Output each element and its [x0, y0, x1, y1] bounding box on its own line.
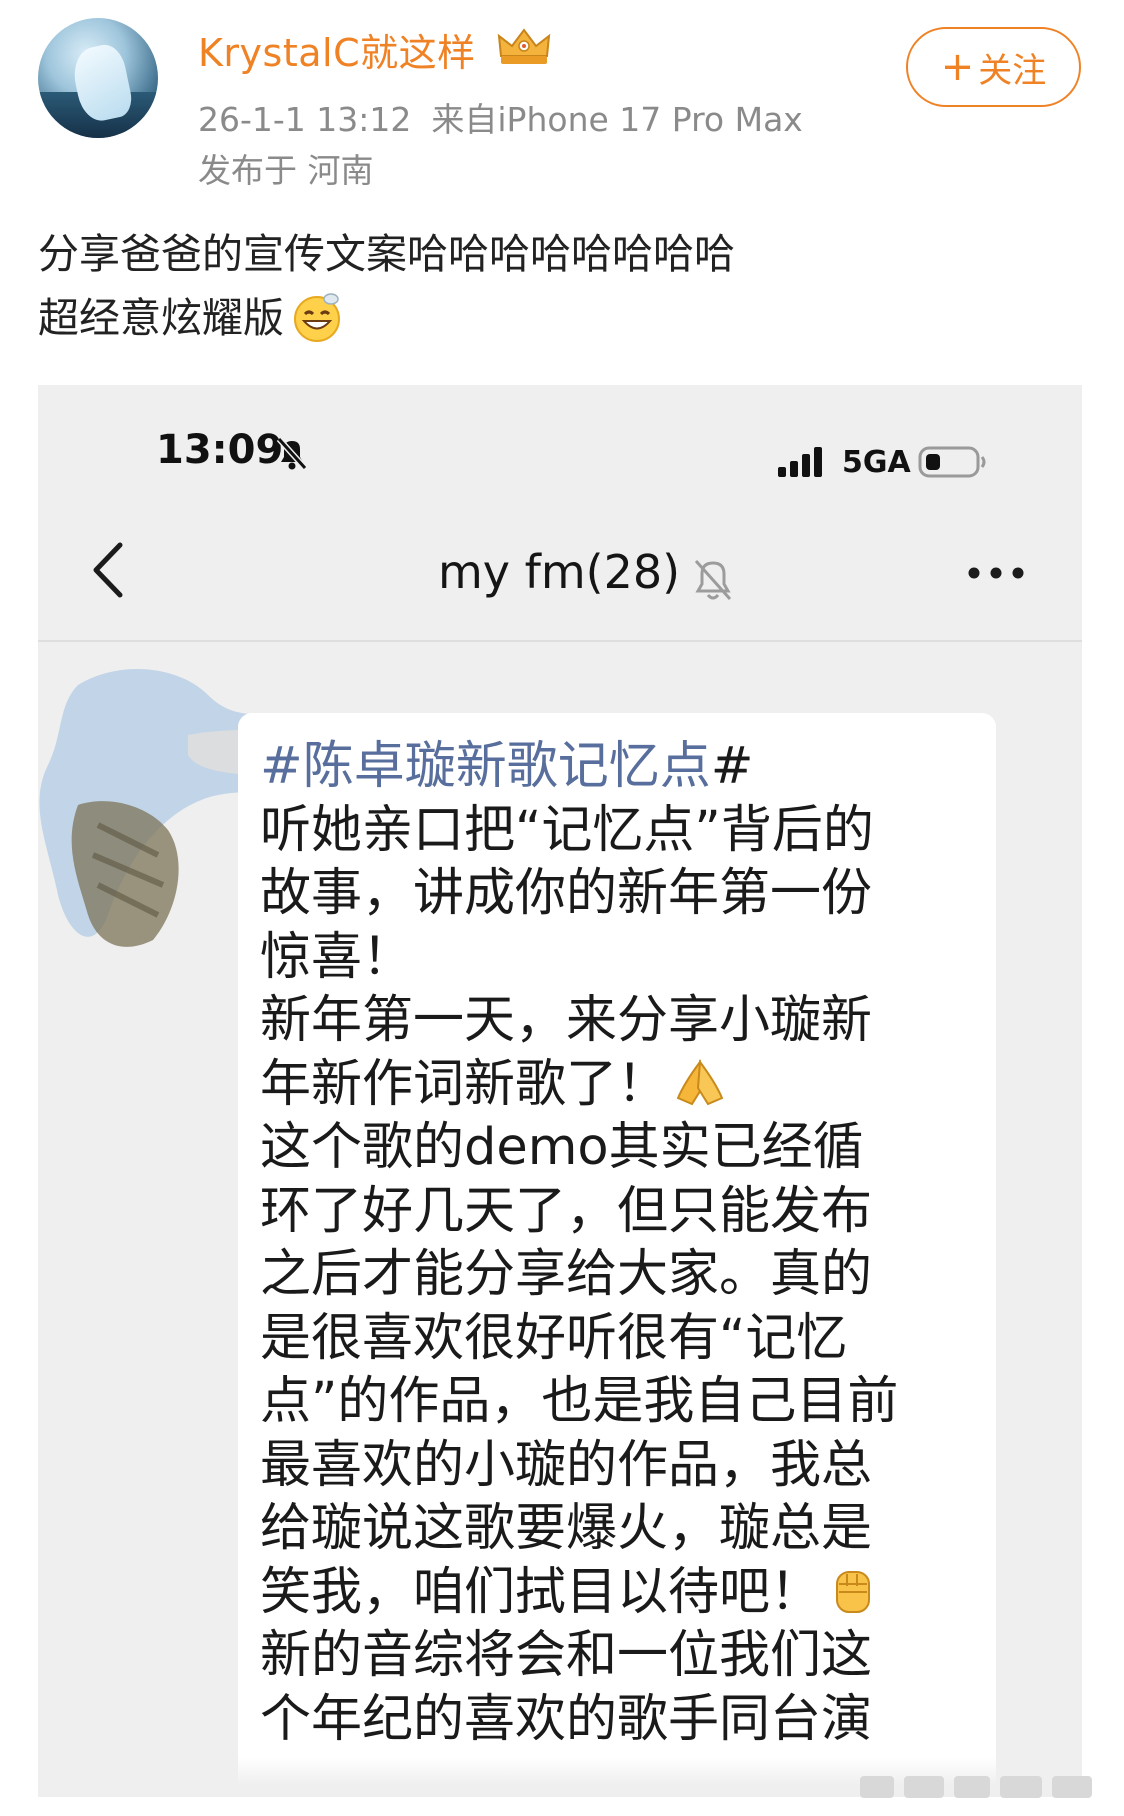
crown-badge-icon	[497, 28, 551, 64]
post-text: 分享爸爸的宣传文案哈哈哈哈哈哈哈哈 超经意炫耀版	[38, 222, 735, 350]
post-text-line: 分享爸爸的宣传文案哈哈哈哈哈哈哈哈	[38, 230, 735, 278]
message-line: 这个歌的demo其实已经循	[260, 1118, 864, 1177]
post-text-line: 超经意炫耀版	[38, 294, 284, 342]
post-timestamp: 26-1-1 13:12	[198, 100, 412, 139]
message-line-emoji: 笑我，咱们拭目以待吧！	[260, 1561, 990, 1625]
follow-label: 关注	[978, 50, 1047, 91]
network-label: 5GA	[842, 445, 911, 480]
post-meta: 26-1-1 13:12 来自iPhone 17 Pro Max	[198, 93, 803, 141]
message-line: 之后才能分享给大家。真的	[260, 1245, 873, 1304]
bell-slash-icon	[276, 436, 308, 471]
message-line: 年新作词新歌了！	[260, 1054, 669, 1114]
message-text: #陈卓璇新歌记忆点# 听她亲口把“记忆点”背后的 故事，讲成你的新年第一份 惊喜…	[260, 735, 990, 1751]
status-time: 13:09	[156, 427, 284, 473]
grin-emoji-icon	[294, 293, 340, 342]
post-text-line-2: 超经意炫耀版	[38, 286, 735, 350]
signal-icon	[778, 447, 822, 477]
message-line: 最喜欢的小璇的作品，我总	[260, 1435, 873, 1495]
message-line: 环了好几天了，但只能发布	[260, 1181, 873, 1241]
message-line: 点”的作品，也是我自己目前	[260, 1372, 899, 1431]
message-line: 故事，讲成你的新年第一份	[260, 864, 873, 923]
message-hashtag-end: #	[710, 737, 754, 796]
back-chevron-icon[interactable]	[90, 541, 126, 599]
message-line: 是很喜欢很好听很有“记忆	[260, 1308, 848, 1368]
message-line: 新年第一天，来分享小璇新	[260, 991, 873, 1050]
praying-hands-emoji-icon	[676, 1058, 724, 1105]
message-line: 惊喜！	[260, 927, 414, 987]
message-hashtag[interactable]: #陈卓璇新歌记忆点	[260, 737, 711, 796]
message-hashtag-line: #陈卓璇新歌记忆点#	[260, 735, 990, 799]
message-line: 个年纪的喜欢的歌手同台演	[260, 1689, 873, 1749]
battery-icon	[918, 446, 986, 478]
username[interactable]: KrystalC就这样	[198, 22, 476, 77]
watermark	[860, 1768, 1110, 1808]
plus-icon: +	[940, 44, 975, 90]
post-location: 发布于 河南	[198, 151, 374, 190]
raised-fist-emoji-icon	[836, 1570, 871, 1613]
header-divider	[38, 640, 1082, 642]
message-line: 新的音综将会和一位我们这	[260, 1626, 873, 1685]
follow-button[interactable]: + 关注	[906, 27, 1081, 107]
avatar[interactable]	[38, 18, 158, 138]
message-line: 给璇说这歌要爆火，璇总是	[260, 1499, 873, 1558]
chat-screenshot: 13:09 5GA my fm(28) #陈卓璇新歌记忆点# 听她亲口把“记忆点…	[38, 385, 1082, 1797]
message-line: 听她亲口把“记忆点”背后的	[260, 800, 874, 860]
mute-bell-icon	[694, 559, 732, 601]
chat-title: my fm(28)	[438, 545, 681, 599]
message-line: 笑我，咱们拭目以待吧！	[260, 1562, 822, 1622]
more-dots-icon[interactable]	[966, 565, 1026, 581]
post-device: 来自iPhone 17 Pro Max	[431, 100, 803, 139]
message-line-emoji: 年新作词新歌了！	[260, 1053, 990, 1117]
